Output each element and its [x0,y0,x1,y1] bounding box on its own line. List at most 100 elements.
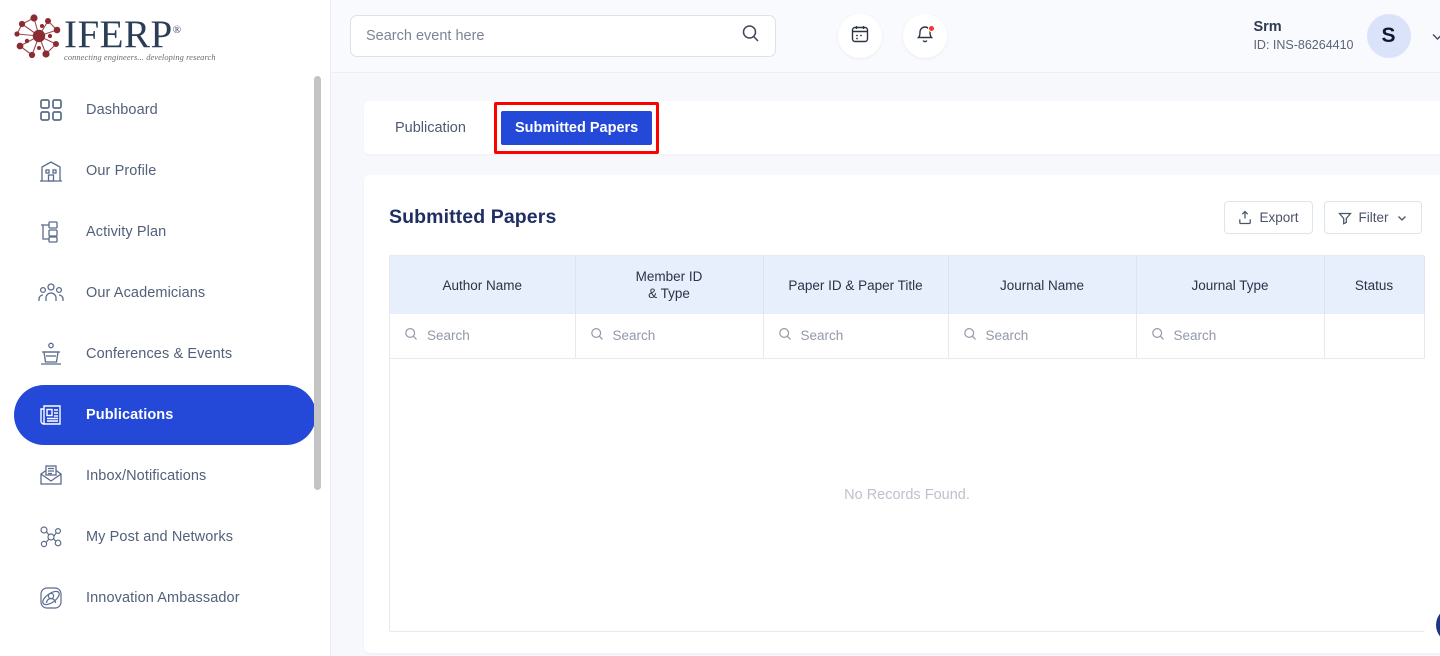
sidebar-item-label: Activity Plan [86,224,166,240]
sidebar-item-publications[interactable]: Publications [14,385,316,445]
sidebar-item-conferences-events[interactable]: Conferences & Events [14,324,316,384]
column-header-status[interactable]: Status [1324,256,1424,314]
brand-name: IFERP® [64,10,216,55]
user-menu[interactable]: Srm ID: INS-86264410 S [1253,14,1440,58]
network-icon [34,520,68,554]
search-cell-paper-id[interactable]: Search [763,314,948,358]
card-actions: Export Filter [1224,201,1421,234]
tab-publication[interactable]: Publication [387,120,474,136]
sidebar-item-label: Our Profile [86,163,156,179]
submitted-papers-table: Author Name Member ID & Type Paper ID & … [390,256,1425,632]
search-placeholder: Search [1174,328,1217,343]
search-icon [963,327,977,344]
sidebar-nav: Dashboard Our Profile [0,72,330,628]
brand-registered-mark: ® [173,24,182,36]
sidebar-item-dashboard[interactable]: Dashboard [14,80,316,140]
table-search-row: Search [390,314,1424,358]
people-icon [34,276,68,310]
empty-message: No Records Found. [390,358,1424,632]
submitted-papers-table-wrap: Author Name Member ID & Type Paper ID & … [389,255,1425,632]
column-header-member-id-type[interactable]: Member ID & Type [575,256,763,314]
search-icon[interactable] [741,24,760,48]
sidebar-item-our-profile[interactable]: Our Profile [14,141,316,201]
search-cell-journal-type[interactable]: Search [1136,314,1324,358]
sidebar-item-innovation-ambassador[interactable]: Innovation Ambassador [14,568,316,628]
tab-bar: Publication Submitted Papers [364,101,1440,154]
sidebar-item-label: Inbox/Notifications [86,468,206,484]
sidebar-item-my-post-and-networks[interactable]: My Post and Networks [14,507,316,567]
filter-button[interactable]: Filter [1324,201,1422,234]
brand-logo[interactable]: IFERP® connecting engineers... developin… [0,0,330,72]
search-placeholder: Search [801,328,844,343]
search-cell-journal-name[interactable]: Search [948,314,1136,358]
building-icon [34,154,68,188]
search-icon [778,327,792,344]
column-header-journal-type[interactable]: Journal Type [1136,256,1324,314]
card-header: Submitted Papers Export [364,175,1440,234]
column-header-label: Author Name [442,278,522,293]
column-header-label: Member ID [636,269,703,284]
search-cell-member-id[interactable]: Search [575,314,763,358]
table-empty-row: No Records Found. [390,358,1424,632]
column-header-label: Paper ID & Paper Title [788,278,922,293]
content-area: Publication Submitted Papers Submitted P… [331,73,1440,656]
page-title: Submitted Papers [389,206,556,229]
sidebar-item-activity-plan[interactable]: Activity Plan [14,202,316,262]
top-header: Srm ID: INS-86264410 S [331,0,1440,73]
search-icon [590,327,604,344]
search-cell-author-name[interactable]: Search [390,314,575,358]
global-search[interactable] [350,15,776,57]
iferp-logo-icon [12,12,66,62]
notifications-button[interactable] [903,14,947,58]
search-placeholder: Search [986,328,1029,343]
column-header-author-name[interactable]: Author Name [390,256,575,314]
sidebar-item-label: My Post and Networks [86,529,233,545]
sidebar-item-label: Dashboard [86,102,158,118]
sidebar-item-label: Innovation Ambassador [86,590,240,606]
search-icon [404,327,418,344]
search-input[interactable] [366,28,741,44]
app-root: IFERP® connecting engineers... developin… [0,0,1440,656]
column-header-label: Journal Type [1191,278,1268,293]
export-button[interactable]: Export [1224,201,1312,234]
sidebar: IFERP® connecting engineers... developin… [0,0,331,656]
user-id: ID: INS-86264410 [1253,37,1353,54]
upload-icon [1238,210,1252,225]
notification-badge-dot [928,25,935,32]
column-header-label: Journal Name [1000,278,1084,293]
sidebar-item-inbox-notifications[interactable]: Inbox/Notifications [14,446,316,506]
column-header-label2: & Type [648,286,690,301]
table-header-row: Author Name Member ID & Type Paper ID & … [390,256,1424,314]
search-icon [1151,327,1165,344]
sidebar-item-label: Publications [86,407,173,423]
search-placeholder: Search [613,328,656,343]
search-cell-status [1324,314,1424,358]
sidebar-item-our-academicians[interactable]: Our Academicians [14,263,316,323]
sidebar-item-label: Conferences & Events [86,346,232,362]
user-name: Srm [1253,18,1353,37]
grid-icon [34,93,68,127]
avatar[interactable]: S [1367,14,1411,58]
tab-submitted-papers[interactable]: Submitted Papers [501,111,652,145]
funnel-icon [1338,211,1352,225]
chevron-down-icon[interactable] [1429,28,1440,45]
column-header-paper-id-title[interactable]: Paper ID & Paper Title [763,256,948,314]
chevron-down-icon [1396,212,1408,224]
topbar-icon-group [838,14,947,58]
submitted-papers-card: Submitted Papers Export [364,175,1440,653]
filter-label: Filter [1359,210,1389,225]
brand-name-text: IFERP [64,13,173,56]
podium-icon [34,337,68,371]
sidebar-scrollbar-thumb[interactable] [314,76,321,490]
main-area: Srm ID: INS-86264410 S Publication Submi… [331,0,1440,656]
sidebar-item-label: Our Academicians [86,285,205,301]
search-placeholder: Search [427,328,470,343]
column-header-journal-name[interactable]: Journal Name [948,256,1136,314]
tab-submitted-papers-wrap: Submitted Papers [501,111,652,145]
export-label: Export [1259,210,1298,225]
innovation-icon [34,581,68,615]
calendar-button[interactable] [838,14,882,58]
user-meta: Srm ID: INS-86264410 [1253,18,1353,54]
flowchart-icon [34,215,68,249]
mail-icon [34,459,68,493]
